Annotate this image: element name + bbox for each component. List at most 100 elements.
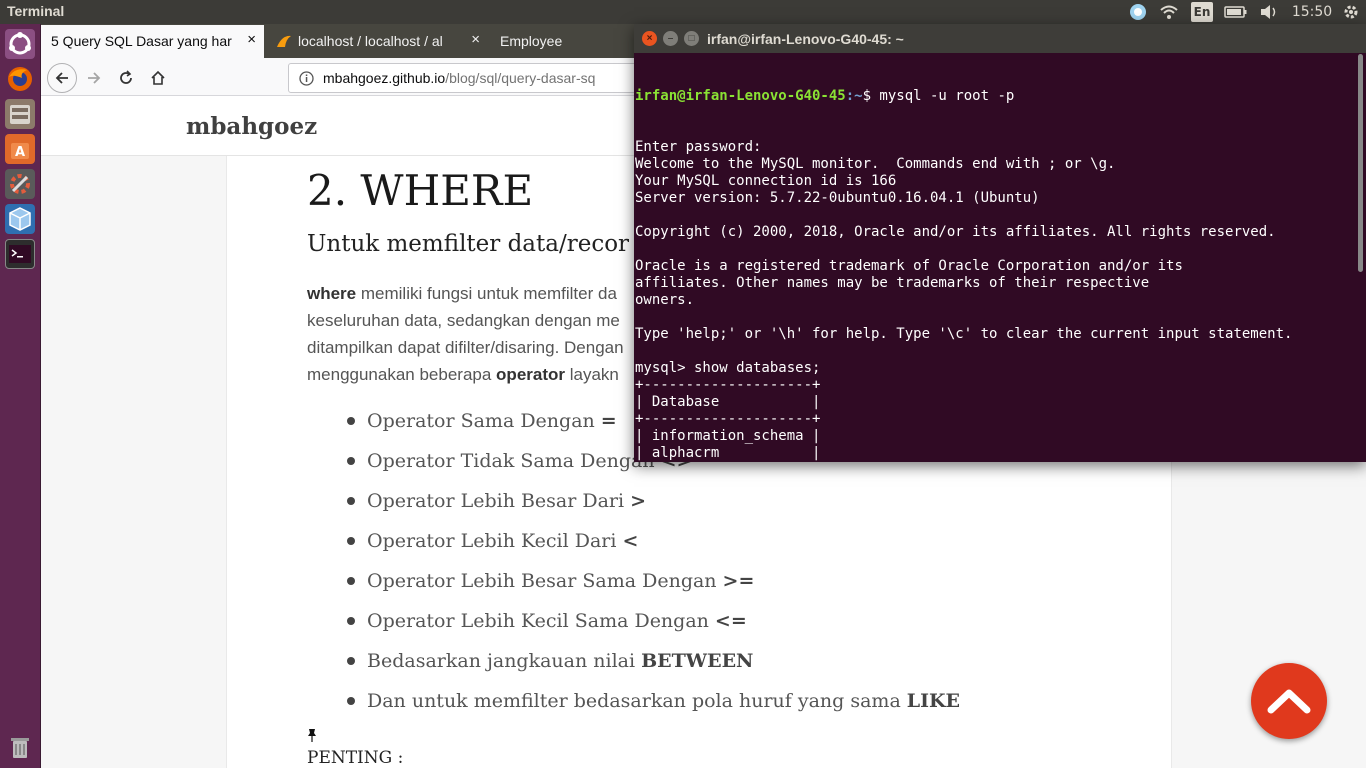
forward-button[interactable] <box>79 63 109 93</box>
firefox-icon[interactable] <box>5 64 35 94</box>
list-item-text: Operator Tidak Sama Dengan <box>367 450 655 472</box>
penting-label: PENTING : <box>307 748 404 768</box>
list-item-text: Operator Sama Dengan <box>367 410 595 432</box>
operator-symbol: = <box>600 410 617 432</box>
terminal-line: owners. <box>635 292 695 308</box>
ubuntu-dash-icon[interactable] <box>5 29 35 59</box>
section-subheading: Untuk memfilter data/recor <box>307 231 630 257</box>
terminal-line: affiliates. Other names may be trademark… <box>635 275 1150 291</box>
bullet <box>347 417 355 425</box>
bullet <box>347 617 355 625</box>
list-item: Operator Lebih Besar Sama Dengan >= <box>347 561 960 601</box>
terminal-line: Your MySQL connection id is 166 <box>635 173 897 189</box>
gear-icon[interactable] <box>1340 2 1362 22</box>
operator-symbol: LIKE <box>906 690 961 712</box>
files-icon[interactable] <box>5 99 35 129</box>
pin-icon <box>307 728 317 745</box>
paragraph-text: layakn <box>565 365 619 384</box>
terminal-line: Type 'help;' or '\h' for help. Type '\c'… <box>635 326 1293 342</box>
list-item-text: Operator Lebih Besar Sama Dengan <box>367 570 717 592</box>
reload-button[interactable] <box>111 63 141 93</box>
skype-icon[interactable] <box>1127 2 1149 22</box>
active-app-title: Terminal <box>7 3 65 19</box>
back-button[interactable] <box>47 63 77 93</box>
home-icon <box>151 70 165 85</box>
list-item-text: Operator Lebih Kecil Dari <box>367 530 617 552</box>
terminal-line: +--------------------+ <box>635 411 821 427</box>
svg-text:A: A <box>15 145 25 160</box>
keyboard-layout-indicator[interactable]: En <box>1191 2 1213 22</box>
bold-term: operator <box>496 365 566 384</box>
tab-phpmyadmin[interactable]: localhost / localhost / al × <box>266 25 488 58</box>
software-center-icon[interactable]: A <box>5 134 35 164</box>
close-window-icon[interactable]: × <box>642 31 657 46</box>
section-heading: 2. WHERE <box>307 166 534 215</box>
terminal-line: Oracle is a registered trademark of Orac… <box>635 258 1183 274</box>
chevron-up-icon <box>1267 689 1311 714</box>
bullet <box>347 537 355 545</box>
scroll-to-top-button[interactable] <box>1251 663 1327 739</box>
bold-term: where <box>307 284 357 303</box>
home-button[interactable] <box>143 63 173 93</box>
list-item-text: Dan untuk memfilter bedasarkan pola huru… <box>367 690 901 712</box>
terminal-titlebar[interactable]: × – □ irfan@irfan-Lenovo-G40-45: ~ <box>634 24 1366 53</box>
operator-symbol: > <box>630 490 647 512</box>
prompt-path: :~ <box>845 88 863 104</box>
list-item: Operator Lebih Kecil Dari < <box>347 521 960 561</box>
list-item-text: Operator Lebih Kecil Sama Dengan <box>367 610 709 632</box>
url-bar[interactable]: mbahgoez.github.io/blog/sql/query-dasar-… <box>288 63 688 93</box>
wifi-icon[interactable] <box>1158 2 1180 22</box>
reload-icon <box>120 70 132 84</box>
terminal-output[interactable]: irfan@irfan-Lenovo-G40-45:~$ mysql -u ro… <box>635 54 1357 462</box>
terminal-lines: Enter password: Welcome to the MySQL moni… <box>635 139 1357 462</box>
list-item-text: Operator Lebih Besar Dari <box>367 490 625 512</box>
bullet <box>347 457 355 465</box>
trash-icon[interactable] <box>5 732 35 762</box>
terminal-icon[interactable] <box>5 239 35 269</box>
tab-title: localhost / localhost / al <box>298 33 443 49</box>
virtualbox-icon[interactable] <box>5 204 35 234</box>
url-path: /blog/sql/query-dasar-sq <box>445 70 596 86</box>
terminal-scrollbar[interactable] <box>1358 54 1363 272</box>
maximize-window-icon[interactable]: □ <box>684 31 699 46</box>
top-panel: Terminal En 15:50 <box>0 0 1366 24</box>
list-item: Operator Lebih Besar Dari > <box>347 481 960 521</box>
prompt-command: $ mysql -u root -p <box>862 88 1015 104</box>
tab-title: Employee <box>500 33 563 49</box>
operator-symbol: >= <box>722 570 755 592</box>
terminal-line: mysql> show databases; <box>635 360 821 376</box>
bullet <box>347 697 355 705</box>
tab-query-sql[interactable]: 5 Query SQL Dasar yang har × <box>41 25 264 58</box>
operator-symbol: < <box>622 530 639 552</box>
terminal-window[interactable]: × – □ irfan@irfan-Lenovo-G40-45: ~ irfan… <box>634 24 1366 462</box>
volume-icon[interactable] <box>1258 2 1280 22</box>
forward-arrow-icon <box>88 72 101 84</box>
paragraph-text: memiliki fungsi untuk memfilter da <box>356 284 617 303</box>
list-item: Dan untuk memfilter bedasarkan pola huru… <box>347 681 960 721</box>
terminal-line: | Database | <box>635 394 821 410</box>
minimize-window-icon[interactable]: – <box>663 31 678 46</box>
battery-icon[interactable] <box>1223 2 1249 22</box>
site-brand[interactable]: mbahgoez <box>186 113 317 140</box>
info-icon[interactable] <box>299 71 314 89</box>
terminal-prompt-line: irfan@irfan-Lenovo-G40-45:~$ mysql -u ro… <box>635 88 1357 105</box>
close-tab-icon[interactable]: × <box>471 31 480 48</box>
clock[interactable]: 15:50 <box>1290 2 1334 22</box>
terminal-line: Copyright (c) 2000, 2018, Oracle and/or … <box>635 224 1276 240</box>
paragraph-text: menggunakan beberapa <box>307 365 497 384</box>
url-host: mbahgoez.github.io <box>323 70 446 86</box>
tab-title: 5 Query SQL Dasar yang har <box>51 33 232 49</box>
close-tab-icon[interactable]: × <box>247 31 256 48</box>
tab-employee[interactable]: Employee <box>490 25 630 58</box>
launcher: A <box>0 24 41 768</box>
back-arrow-icon <box>55 72 68 84</box>
terminal-line: | information_schema | <box>635 428 821 444</box>
system-settings-icon[interactable] <box>5 169 35 199</box>
list-item: Bedasarkan jangkauan nilai BETWEEN <box>347 641 960 681</box>
terminal-line: +--------------------+ <box>635 377 821 393</box>
list-item: Operator Lebih Kecil Sama Dengan <= <box>347 601 960 641</box>
bullet <box>347 657 355 665</box>
